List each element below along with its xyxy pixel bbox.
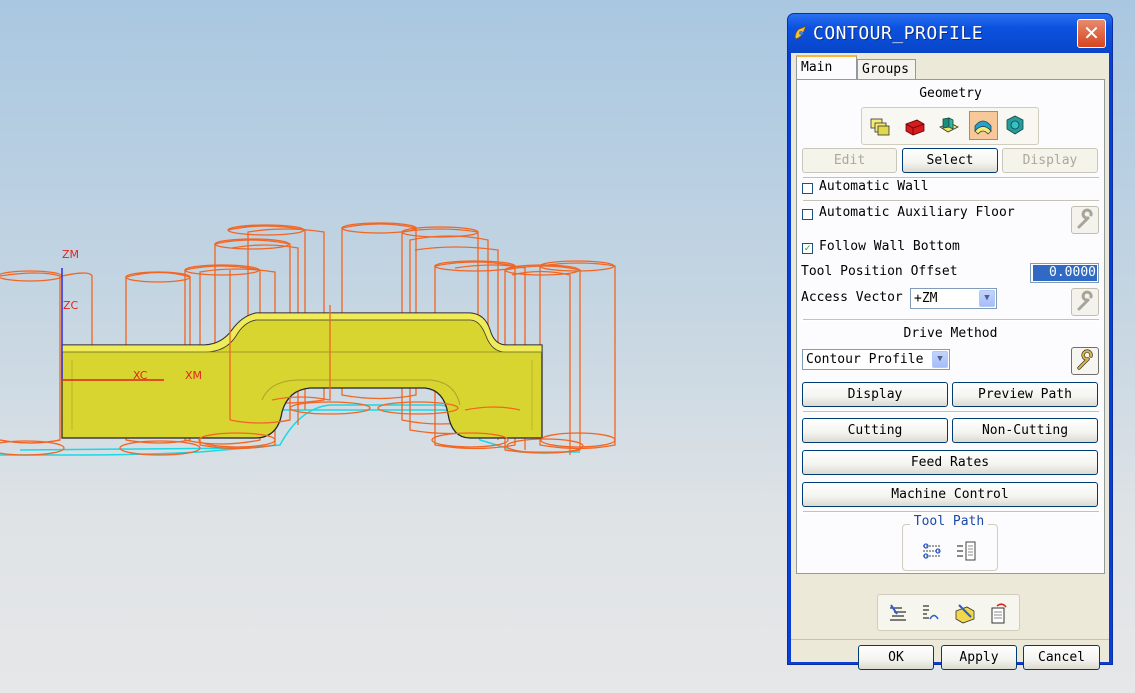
dialog-titlebar[interactable]: CONTOUR_PROFILE ✕ — [788, 14, 1112, 53]
axis-label-zc: ZC — [63, 299, 79, 312]
main-tab-panel: Geometry Edit Select Display Automatic W… — [796, 79, 1105, 574]
blank-geometry-icon[interactable] — [904, 115, 926, 137]
preview-path-button[interactable]: Preview Path — [952, 382, 1098, 407]
close-button[interactable]: ✕ — [1077, 19, 1106, 48]
part-geometry-icon[interactable] — [869, 115, 891, 137]
divider — [803, 511, 1099, 513]
tool-position-offset-input[interactable]: 0.0000 — [1030, 263, 1099, 283]
dialog-title: CONTOUR_PROFILE — [813, 23, 984, 44]
wrench-icon — [1077, 290, 1093, 311]
chevron-down-icon: ▼ — [979, 290, 995, 307]
list-report-icon[interactable] — [987, 601, 1011, 625]
tool-position-offset-value: 0.0000 — [1033, 265, 1097, 281]
generate-icon[interactable] — [887, 602, 909, 624]
graphics-viewport[interactable]: ZM ZC XC XM — [0, 0, 780, 693]
follow-wall-bottom-checkbox[interactable]: ✓ — [802, 243, 813, 254]
access-vector-wrench-button[interactable] — [1071, 288, 1099, 316]
divider — [803, 411, 1099, 413]
apply-button[interactable]: Apply — [941, 645, 1017, 670]
access-vector-select[interactable]: +ZM ▼ — [910, 288, 997, 309]
operation-toolbar — [877, 594, 1020, 631]
dialog-body: Main Groups Geometry Edit Select Display… — [791, 53, 1109, 670]
cancel-button[interactable]: Cancel — [1023, 645, 1100, 670]
automatic-wall-checkbox[interactable] — [802, 183, 813, 194]
feed-rates-button[interactable]: Feed Rates — [802, 450, 1098, 475]
drive-method-wrench-button[interactable] — [1071, 347, 1099, 375]
non-cutting-button[interactable]: Non-Cutting — [952, 418, 1098, 443]
model-view: ZM ZC XC XM — [0, 222, 616, 456]
axis-label-zm: ZM — [62, 248, 79, 261]
replay-icon[interactable] — [920, 602, 942, 624]
verify-icon[interactable] — [953, 601, 977, 625]
geometry-icon-toolbar — [861, 107, 1039, 145]
display-path-button[interactable]: Display — [802, 382, 948, 407]
automatic-aux-floor-label: Automatic Auxiliary Floor — [819, 205, 1015, 220]
ok-button[interactable]: OK — [858, 645, 934, 670]
follow-wall-bottom-label: Follow Wall Bottom — [819, 239, 960, 254]
cutting-button[interactable]: Cutting — [802, 418, 948, 443]
machine-control-button[interactable]: Machine Control — [802, 482, 1098, 507]
drive-method-select[interactable]: Contour Profile ▼ — [802, 349, 950, 370]
tool-path-heading: Tool Path — [910, 514, 988, 529]
wall-geometry-selected[interactable] — [969, 111, 998, 140]
floor-geometry-icon[interactable] — [938, 115, 960, 137]
wrench-icon — [1077, 349, 1093, 370]
geometry-display-button[interactable]: Display — [1002, 148, 1098, 173]
wall-geometry-icon — [974, 120, 992, 135]
wrench-icon — [1077, 208, 1093, 229]
generate-path-icon[interactable] — [921, 540, 943, 562]
geometry-select-button[interactable]: Select — [902, 148, 998, 173]
axis-label-xm: XM — [185, 369, 202, 382]
access-vector-label: Access Vector — [801, 290, 903, 305]
chevron-down-icon: ▼ — [932, 351, 948, 368]
aux-floor-wrench-button[interactable] — [1071, 206, 1099, 234]
automatic-wall-label: Automatic Wall — [819, 179, 929, 194]
drive-method-value: Contour Profile — [806, 352, 924, 367]
divider — [803, 200, 1099, 202]
tab-groups[interactable]: Groups — [857, 59, 916, 79]
nx-operation-icon — [794, 25, 807, 40]
tool-position-offset-label: Tool Position Offset — [801, 264, 958, 279]
footer-divider — [791, 639, 1109, 640]
automatic-aux-floor-checkbox[interactable] — [802, 209, 813, 220]
geometry-heading: Geometry — [919, 86, 982, 101]
list-path-icon[interactable] — [955, 540, 977, 562]
access-vector-value: +ZM — [914, 291, 938, 306]
axis-label-xc: XC — [133, 369, 148, 382]
tool-path-group — [902, 524, 998, 571]
drive-method-heading: Drive Method — [903, 326, 998, 341]
divider — [803, 319, 1099, 321]
geometry-edit-button[interactable]: Edit — [802, 148, 897, 173]
check-geometry-icon[interactable] — [1004, 114, 1026, 136]
contour-profile-dialog: CONTOUR_PROFILE ✕ Main Groups Geometry E… — [787, 13, 1113, 670]
tab-main[interactable]: Main — [796, 55, 857, 79]
